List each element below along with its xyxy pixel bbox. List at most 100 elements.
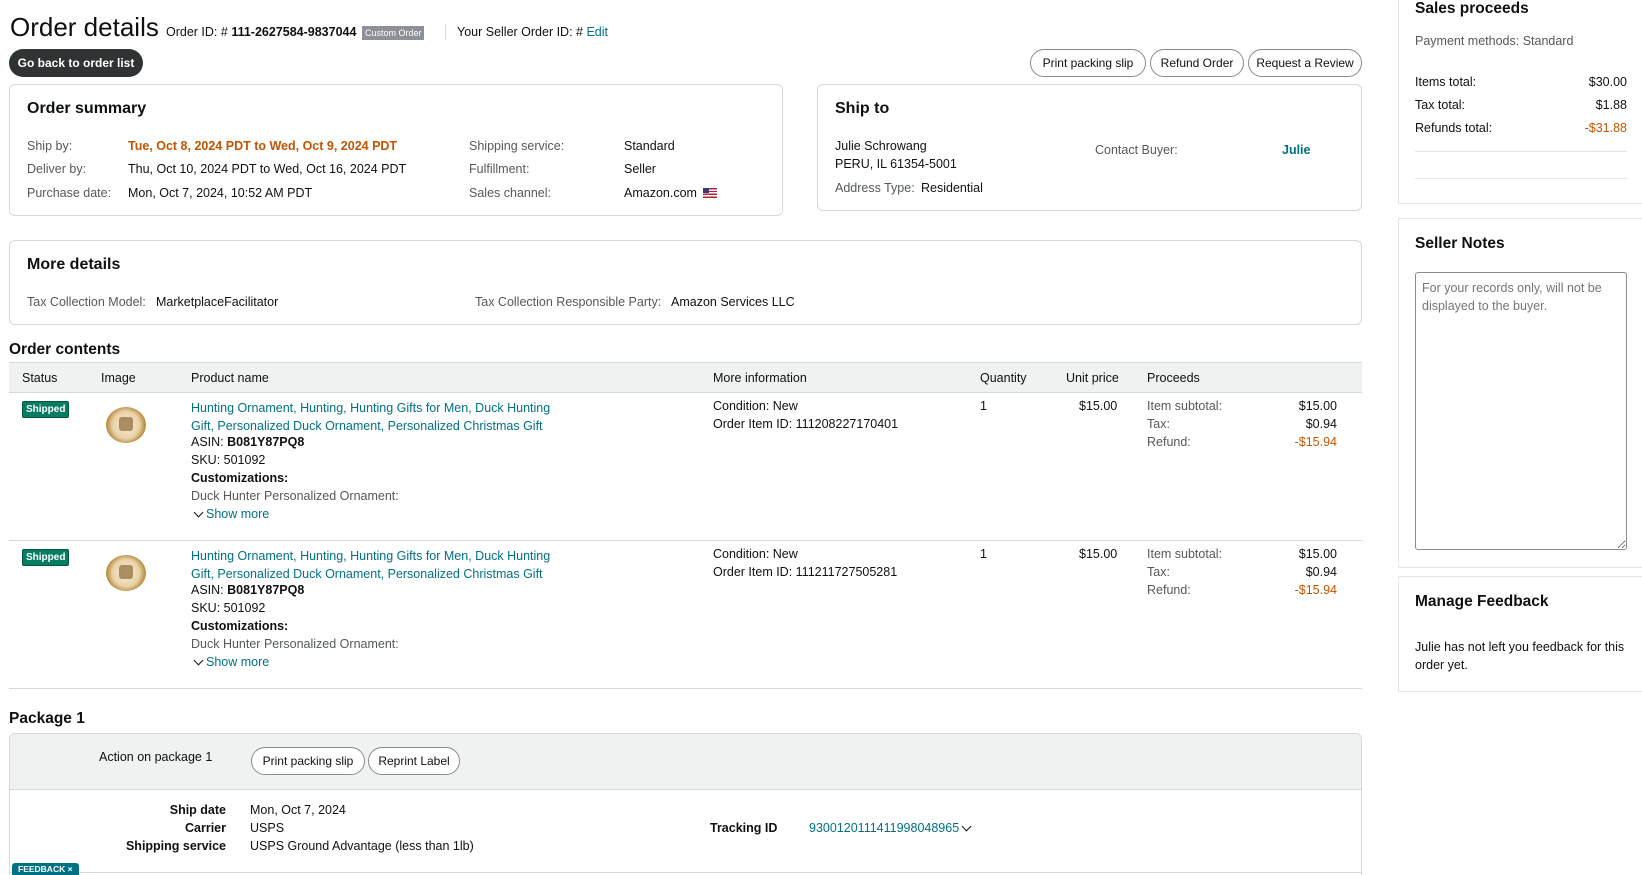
fulfillment-value: Seller [624,162,656,176]
product-name-link[interactable]: Hunting Ornament, Hunting, Hunting Gifts… [191,399,550,435]
customization-line: Duck Hunter Personalized Ornament: [191,489,399,503]
product-image[interactable] [106,407,146,443]
table-row: Shipped Hunting Ornament, Hunting, Hunti… [9,393,1362,541]
custom-order-badge: Custom Order [361,26,425,40]
proceeds-divider [1415,151,1627,152]
shipping-service-value: Standard [624,139,675,153]
refunds-total-value: -$31.88 [1584,121,1627,135]
customization-line: Duck Hunter Personalized Ornament: [191,637,399,651]
page-title: Order details [10,12,159,42]
edit-seller-order-link[interactable]: Edit [586,25,608,39]
feedback-text: Julie has not left you feedback for this… [1415,640,1625,672]
product-image[interactable] [106,555,146,591]
quantity: 1 [980,399,987,413]
buyer-address: PERU, IL 61354-5001 [835,157,957,171]
tax-label: Tax: [1147,565,1170,579]
deliver-by-value: Thu, Oct 10, 2024 PDT to Wed, Oct 16, 20… [128,162,407,176]
refund-label: Refund: [1147,583,1191,597]
contact-buyer-link[interactable]: Julie [1282,143,1311,157]
close-icon[interactable]: × [68,864,73,874]
ship-date-value: Mon, Oct 7, 2024 [250,803,346,817]
customizations-label: Customizations: [191,619,289,633]
product-name-line1: Hunting Ornament, Hunting, Hunting Gifts… [191,549,551,563]
product-name-line2: Gift, Personalized Duck Ornament, Person… [191,567,543,581]
package-action-label: Action on package 1 [99,750,213,764]
status-badge: Shipped [22,549,70,566]
sku: SKU: 501092 [191,453,266,467]
order-item-id: Order Item ID: 111208227170401 [713,417,899,431]
seller-order-label: Your Seller Order ID: # [457,25,583,39]
proceeds-divider [1415,178,1627,179]
order-contents-header: Status Image Product name More informati… [9,362,1362,393]
package-action-bar: Action on package 1 Print packing slip R… [10,734,1361,790]
request-review-button[interactable]: Request a Review [1248,49,1362,77]
condition: Condition: New [713,547,798,561]
refunds-total-label: Refunds total: [1415,121,1493,135]
tax-total-value: $1.88 [1595,98,1627,112]
chevron-down-icon [961,821,972,832]
col-quantity: Quantity [980,371,1027,385]
col-status: Status [22,371,58,385]
manage-feedback-panel: Manage Feedback Julie has not left you f… [1398,576,1642,692]
tracking-id-link[interactable]: 9300120111411998048965 [809,821,974,835]
sales-proceeds-panel: Sales proceeds Payment methods: Standard… [1398,0,1642,204]
print-packing-slip-button[interactable]: Print packing slip [1030,49,1146,77]
sales-channel-text: Amazon.com [624,186,697,200]
product-name-line2: Gift, Personalized Duck Ornament, Person… [191,419,543,433]
more-details-card: More details Tax Collection Model: Marke… [9,240,1362,325]
ship-to-card: Ship to Julie Schrowang PERU, IL 61354-5… [817,84,1362,211]
product-name-line1: Hunting Ornament, Hunting, Hunting Gifts… [191,401,551,415]
subtotal-label: Item subtotal: [1147,547,1223,561]
show-more-link[interactable]: Show more [193,655,269,669]
tax-total-label: Tax total: [1415,98,1466,112]
header-divider [445,24,446,40]
tax-party-value: Amazon Services LLC [671,295,795,309]
asin: ASIN: B081Y87PQ8 [191,435,305,449]
refund-order-button[interactable]: Refund Order [1150,49,1244,77]
show-more-link[interactable]: Show more [193,507,269,521]
package-print-slip-button[interactable]: Print packing slip [251,747,365,775]
subtotal-value: $15.00 [1298,547,1337,561]
order-id-label: Order ID: # [166,25,228,39]
tracking-id-label: Tracking ID [710,821,778,835]
package-card: Action on package 1 Print packing slip R… [9,733,1362,875]
shipping-service-label: Shipping service: [469,139,565,153]
ship-date-label: Ship date [169,803,226,817]
product-name-link[interactable]: Hunting Ornament, Hunting, Hunting Gifts… [191,547,550,583]
items-total-value: $30.00 [1588,75,1627,89]
col-image: Image [101,371,136,385]
purchase-date-label: Purchase date: [27,186,112,200]
unit-price: $15.00 [1079,547,1118,561]
ship-to-title: Ship to [835,100,890,117]
contact-buyer-label: Contact Buyer: [1095,143,1178,157]
tax-model-label: Tax Collection Model: [27,295,146,309]
address-type-label: Address Type: [835,181,915,195]
refund-value: -$15.94 [1294,435,1337,449]
reprint-label-button[interactable]: Reprint Label [368,747,460,775]
unit-price: $15.00 [1079,399,1118,413]
back-to-order-list-button[interactable]: Go back to order list [9,49,143,77]
sales-channel-value: Amazon.com [624,186,718,200]
carrier-label: Carrier [185,821,226,835]
package-title: Package 1 [9,710,85,727]
buyer-name: Julie Schrowang [835,139,927,153]
refund-value: -$15.94 [1294,583,1337,597]
order-id: 111-2627584-9837044 [231,25,357,39]
feedback-tab[interactable]: FEEDBACK × [12,863,79,875]
sales-proceeds-title: Sales proceeds [1415,0,1529,17]
tax-model-value: MarketplaceFacilitator [156,295,279,309]
condition: Condition: New [713,399,798,413]
subtotal-value: $15.00 [1298,399,1337,413]
seller-order-id: Your Seller Order ID: # Edit [457,25,608,39]
seller-notes-textarea[interactable] [1415,272,1627,550]
subtotal-label: Item subtotal: [1147,399,1223,413]
order-id-line: Order ID: # 111-2627584-9837044 Custom O… [166,25,425,40]
col-unit-price: Unit price [1066,371,1119,385]
shipping-service-pkg-value: USPS Ground Advantage (less than 1lb) [250,839,474,853]
purchase-date-value: Mon, Oct 7, 2024, 10:52 AM PDT [128,186,313,200]
tax-value: $0.94 [1305,565,1337,579]
table-row: Shipped Hunting Ornament, Hunting, Hunti… [9,541,1362,689]
chevron-down-icon [193,655,204,666]
seller-notes-panel: Seller Notes [1398,218,1642,568]
refund-label: Refund: [1147,435,1191,449]
